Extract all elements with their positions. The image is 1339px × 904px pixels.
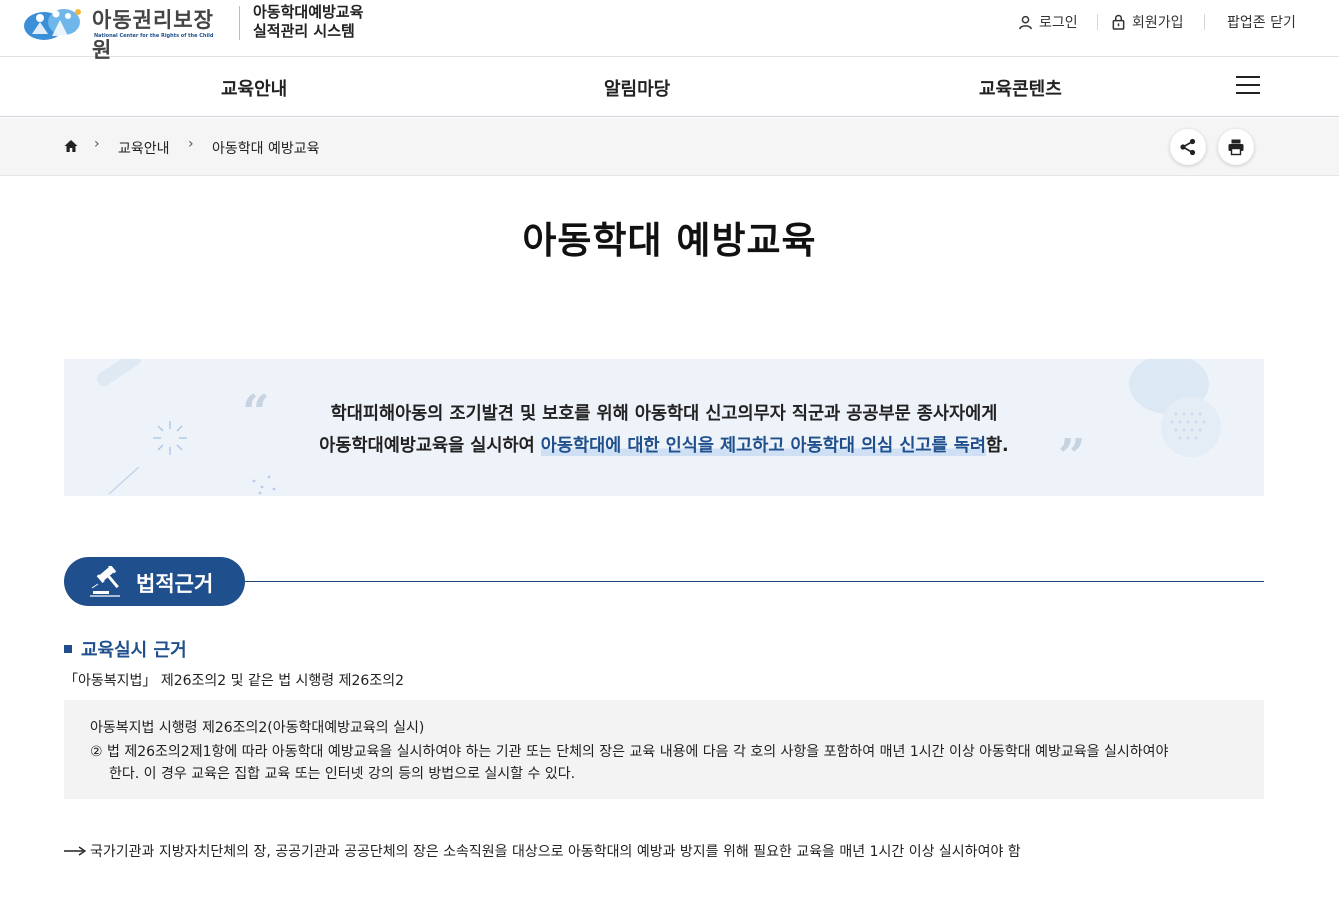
nav-item-education-guide[interactable]: 교육안내 xyxy=(221,75,287,101)
home-icon[interactable] xyxy=(64,139,78,153)
arrow-note: 국가기관과 지방자치단체의 장, 공공기관과 공공단체의 장은 소속직원을 대상… xyxy=(64,841,1021,861)
law-excerpt-line-2: 한다. 이 경우 교육은 집합 교육 또는 인터넷 강의 등의 방법으로 실시할… xyxy=(109,766,576,782)
sub-heading: 교육실시 근거 xyxy=(64,636,187,662)
share-icon xyxy=(1180,138,1196,156)
logo-subtitle: National Center for the Rights of the Ch… xyxy=(94,33,214,39)
hamburger-icon[interactable] xyxy=(1236,76,1260,94)
chevron-right-icon: › xyxy=(94,136,100,152)
main-nav: 교육안내 알림마당 교육콘텐츠 xyxy=(0,57,1339,117)
util-divider xyxy=(1204,14,1205,30)
lock-icon xyxy=(1112,14,1125,30)
util-divider xyxy=(1097,14,1098,30)
arrow-note-text: 국가기관과 지방자치단체의 장, 공공기관과 공공단체의 장은 소속직원을 대상… xyxy=(90,844,1021,860)
system-title: 아동학대예방교육 실적관리 시스템 xyxy=(253,3,363,41)
quote-line-2-prefix: 아동학대예방교육을 실시하여 xyxy=(319,436,541,456)
nav-item-education-content[interactable]: 교육콘텐츠 xyxy=(979,75,1062,101)
user-icon xyxy=(1019,15,1032,29)
law-excerpt-box: 아동복지법 시행령 제26조의2(아동학대예방교육의 실시) ② 법 제26조의… xyxy=(64,700,1264,799)
quote-line-1: 학대피해아동의 조기발견 및 보호를 위해 아동학대 신고의무자 직군과 공공부… xyxy=(330,404,998,424)
section-divider xyxy=(240,581,1264,582)
breadcrumb: › 교육안내 › 아동학대 예방교육 xyxy=(0,118,1339,176)
section-title-pill: 법적근거 xyxy=(64,557,245,606)
top-header: 아동권리보장원 National Center for the Rights o… xyxy=(0,0,1339,62)
chevron-right-icon: › xyxy=(188,136,194,152)
system-title-line1: 아동학대예방교육 xyxy=(253,3,364,21)
print-button[interactable] xyxy=(1218,129,1254,165)
login-link[interactable]: 로그인 xyxy=(1018,12,1078,32)
system-title-line2: 실적관리 시스템 xyxy=(253,22,355,40)
square-bullet-icon xyxy=(64,645,72,653)
join-label: 회원가입 xyxy=(1132,15,1184,31)
nav-item-notice[interactable]: 알림마당 xyxy=(604,75,670,101)
section-title: 법적근거 xyxy=(136,572,214,596)
sub-heading-text: 교육실시 근거 xyxy=(81,640,187,661)
logo-divider xyxy=(239,6,240,40)
intro-quote-box: “ ” 학대피해아동의 조기발견 및 보호를 위해 아동학대 신고의무자 직군과… xyxy=(64,359,1264,496)
popup-close-label: 팝업존 닫기 xyxy=(1227,15,1296,31)
print-icon xyxy=(1228,139,1244,156)
law-excerpt-title: 아동복지법 시행령 제26조의2(아동학대예방교육의 실시) xyxy=(90,720,425,736)
breadcrumb-item[interactable]: 교육안내 xyxy=(118,138,170,158)
law-excerpt-line-1: ② 법 제26조의2제1항에 따라 아동학대 예방교육을 실시하여야 하는 기관… xyxy=(90,744,1169,760)
legal-basis-text: 「아동복지법」 제26조의2 및 같은 법 시행령 제26조의2 xyxy=(64,673,404,689)
breadcrumb-item-current[interactable]: 아동학대 예방교육 xyxy=(212,138,320,158)
join-link[interactable]: 회원가입 xyxy=(1111,12,1184,32)
law-excerpt-body: ② 법 제26조의2제1항에 따라 아동학대 예방교육을 실시하여야 하는 기관… xyxy=(90,741,1230,785)
quote-line-2: 아동학대예방교육을 실시하여 아동학대에 대한 인식을 제고하고 아동학대 의심… xyxy=(64,432,1264,457)
quote-line-2-suffix: 함. xyxy=(985,436,1009,456)
long-arrow-right-icon xyxy=(64,846,86,856)
share-button[interactable] xyxy=(1170,129,1206,165)
gavel-icon xyxy=(90,566,120,597)
popup-close-link[interactable]: 팝업존 닫기 xyxy=(1227,12,1296,32)
logo[interactable]: 아동권리보장원 National Center for the Rights o… xyxy=(22,2,227,62)
logo-mark-icon xyxy=(24,9,81,40)
page-title: 아동학대 예방교육 xyxy=(522,219,817,262)
quote-highlight: 아동학대에 대한 인식을 제고하고 아동학대 의심 신고를 독려 xyxy=(540,436,986,456)
login-label: 로그인 xyxy=(1039,15,1078,31)
